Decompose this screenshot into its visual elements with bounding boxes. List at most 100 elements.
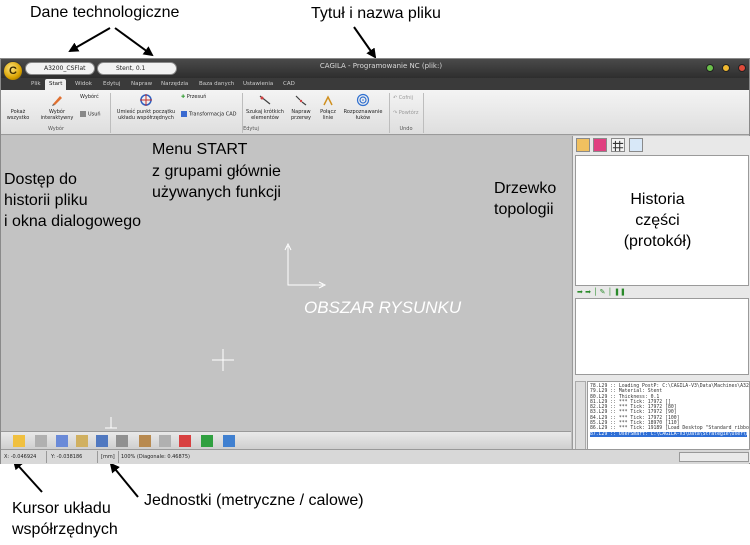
redo-button[interactable]: ↷ Powtórz — [393, 110, 423, 116]
redo-label: Powtórz — [398, 110, 419, 116]
annotation-tree-2: topologii — [494, 201, 554, 218]
search-short-label: Szukaj krótkich elementów — [246, 109, 284, 121]
window-title: CAGILA - Programowanie NC (plik:) — [319, 62, 443, 70]
tab-topology-tree-icon[interactable] — [593, 138, 607, 152]
hat-icon[interactable] — [201, 435, 213, 447]
layers-icon[interactable] — [56, 435, 68, 447]
tab-cad[interactable]: CAD — [279, 79, 299, 90]
annotation-cursor-1: Kursor układu — [12, 500, 111, 517]
annotation-cursor-2: współrzędnych — [12, 521, 118, 538]
fix-gaps-button[interactable]: Napraw przerwy — [287, 93, 315, 121]
transform-icon — [181, 111, 187, 117]
wrench-icon[interactable] — [35, 435, 47, 447]
annotation-tree-1: Drzewko — [494, 180, 557, 197]
move-button[interactable]: ✚ Przesuń — [181, 94, 231, 100]
interactive-select-button[interactable]: Wybór interaktywny — [39, 93, 75, 121]
interactive-select-label: Wybór interaktywny — [40, 109, 74, 121]
status-divider — [97, 451, 98, 463]
zoom-slider[interactable] — [679, 452, 749, 462]
right-pane: ➡ ➡ │ ✎ │ ❚❚ 78.L29 :: Loading PostP: C:… — [572, 136, 750, 463]
bottom-toolbar — [1, 431, 571, 449]
cad-transform-button[interactable]: Transformacja CAD — [181, 111, 241, 118]
orb-letter: C — [9, 65, 17, 77]
zoom-readout: 100% (Diagonale: 0.46875) — [121, 454, 190, 460]
drawing-canvas — [105, 242, 327, 429]
ribbon-separator — [389, 93, 390, 133]
join-lines-icon — [323, 95, 333, 106]
nav-arrows-icon[interactable]: ➡ ➡ │ ✎ │ ❚❚ — [577, 288, 626, 296]
place-origin-button[interactable]: Umieść punkt początku układu współrzędny… — [113, 93, 179, 121]
part-icon[interactable] — [179, 435, 191, 447]
sheet-icon[interactable] — [139, 435, 151, 447]
drawing-area-label: OBSZAR RYSUNKU — [304, 298, 462, 317]
tab-baza-danych[interactable]: Baza danych — [195, 79, 238, 90]
undo-button[interactable]: ↶ Cofnij — [393, 95, 423, 101]
tool-icon[interactable] — [159, 435, 171, 447]
undo-label: Cofnij — [398, 95, 414, 101]
annotation-history-3: (protokół) — [623, 233, 692, 250]
tab-document-icon[interactable] — [629, 138, 643, 152]
tab-narzedzia[interactable]: Narzędzia — [157, 79, 192, 90]
join-lines-label: Połącz linie — [320, 109, 336, 121]
minimize-button[interactable] — [706, 64, 714, 72]
group-select-label: Wybór — [47, 126, 65, 132]
annotation-menu-start-1: Menu START — [152, 141, 248, 158]
annotation-units: Jednostki (metryczne / calowe) — [144, 492, 364, 509]
topology-panel[interactable] — [575, 298, 749, 375]
group-edit-label: Edytuj — [243, 126, 259, 132]
close-button[interactable] — [738, 64, 746, 72]
cad-transform-label: Transformacja CAD — [189, 111, 237, 118]
maximize-button[interactable] — [722, 64, 730, 72]
material-field[interactable]: Stent, 0.1 — [97, 62, 177, 75]
select-back-button[interactable]: Wybórć — [80, 94, 108, 100]
tab-history-icon[interactable] — [576, 138, 590, 152]
tab-widok[interactable]: Widok — [71, 79, 96, 90]
tab-ustawienia[interactable]: Ustawienia — [239, 79, 277, 90]
table-icon[interactable] — [223, 435, 235, 447]
application-window: A3200_CSFlat Stent, 0.1 CAGILA - Program… — [0, 58, 750, 464]
annotation-history-2: części — [635, 212, 680, 229]
cursor-y-readout: Y: -0.038186 — [51, 454, 83, 460]
annotation-access-2: historii pliku — [4, 192, 88, 209]
delete-button[interactable]: Usuń — [80, 111, 108, 118]
title-bar: A3200_CSFlat Stent, 0.1 CAGILA - Program… — [1, 59, 749, 78]
drawing-area[interactable]: OBSZAR RYSUNKU — [1, 136, 571, 431]
status-bar: X: -0.046924 Y: -0.038186 [mm] 100% (Dia… — [1, 449, 749, 464]
grid-icon — [612, 140, 624, 152]
coordinate-axes — [287, 246, 323, 286]
select-back-label: Wybórć — [80, 94, 99, 100]
log-toolbar[interactable] — [575, 381, 586, 450]
tab-napraw[interactable]: Napraw — [127, 79, 156, 90]
nodes-icon[interactable] — [96, 435, 108, 447]
units-indicator[interactable]: [mm] — [101, 454, 115, 460]
annotation-history-1: Historia — [630, 191, 685, 208]
tab-plik[interactable]: Plik — [27, 79, 45, 90]
arc-spiral-icon — [356, 93, 370, 107]
fix-gaps-label: Napraw przerwy — [290, 109, 312, 121]
tab-start[interactable]: Start — [45, 79, 67, 90]
ribbon-separator — [110, 93, 111, 133]
pencil-select-icon — [52, 96, 62, 106]
move-plus-icon: ✚ — [181, 94, 186, 100]
machine-field[interactable]: A3200_CSFlat — [25, 62, 95, 75]
cursor-crosshair — [212, 349, 234, 371]
measure-icon[interactable] — [76, 435, 88, 447]
show-all-label: Pokaż wszystko — [6, 109, 30, 121]
tab-edytuj[interactable]: Edytuj — [99, 79, 124, 90]
open-folder-icon[interactable] — [13, 435, 25, 447]
recognize-arcs-button[interactable]: Rozpoznawanie łuków — [340, 93, 386, 121]
gear-icon[interactable] — [116, 435, 128, 447]
tab-grid-icon[interactable] — [611, 138, 625, 152]
search-short-button[interactable]: Szukaj krótkich elementów — [244, 93, 286, 121]
join-lines-button[interactable]: Połącz linie — [317, 93, 339, 121]
redo-arrow-icon: ↷ — [393, 110, 398, 116]
show-all-button[interactable]: Pokaż wszystko — [4, 109, 32, 121]
material-field-value: Stent, 0.1 — [116, 65, 146, 72]
cursor-x-readout: X: -0.046924 — [4, 454, 37, 460]
annotation-menu-start-2: z grupami głównie — [152, 163, 281, 180]
log-panel[interactable]: 78.L29 :: Loading PostP: C:\CAGILA-V3\Da… — [587, 381, 750, 450]
annotation-access-1: Dostęp do — [4, 171, 77, 188]
application-orb-button[interactable]: C — [3, 61, 23, 81]
short-elements-icon — [259, 95, 271, 105]
status-divider — [46, 451, 47, 463]
